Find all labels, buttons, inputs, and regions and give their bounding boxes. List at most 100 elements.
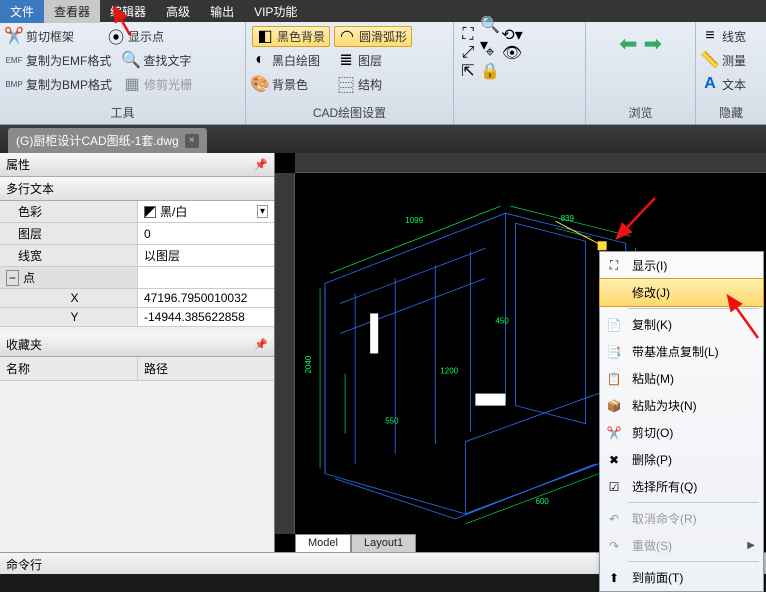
find-icon: 🔍 [123, 52, 139, 68]
svg-text:2040: 2040 [304, 355, 313, 373]
measure-button[interactable]: 测量 [722, 52, 746, 69]
prop-y-value[interactable]: -14944.385622858 [138, 308, 274, 326]
ctx-undocmd: ↶取消命令(R) [600, 505, 763, 532]
ctx-redo: ↷重做(S)▶ [600, 532, 763, 559]
bmp-icon: BMP [6, 76, 22, 92]
bgcolor-button[interactable]: 背景色 [272, 76, 308, 93]
svg-text:600: 600 [536, 497, 550, 506]
arrow-right-icon[interactable]: ➡ [644, 31, 662, 57]
rotate-icon[interactable]: ⟲▾ [504, 27, 520, 43]
show-point-button[interactable]: 显示点 [128, 28, 164, 45]
bgcolor-icon: 🎨 [252, 76, 268, 92]
text-icon: A [702, 76, 718, 92]
structure-button[interactable]: 结构 [358, 76, 382, 93]
lw-icon: ≡ [702, 28, 718, 44]
nav-icon-2[interactable]: ⤢ [460, 45, 476, 61]
tab-label: (G)厨柜设计CAD图纸-1套.dwg [16, 132, 179, 149]
fav-col-path[interactable]: 路径 [138, 357, 174, 380]
prop-color-value[interactable]: 黑/白▾ [138, 201, 274, 222]
selection-grip [598, 241, 607, 250]
zoom-icon[interactable]: 🔍▾ [482, 27, 498, 43]
ctx-copy[interactable]: 📄复制(K) [600, 311, 763, 338]
copybase-icon: 📑 [604, 344, 624, 360]
properties-title: 属性📌 [0, 153, 274, 177]
redo-icon: ↷ [604, 538, 624, 554]
measure-icon: 📏 [702, 52, 718, 68]
emf-icon: EMF [6, 52, 22, 68]
pin-icon[interactable]: 📌 [254, 158, 268, 171]
menu-viewer[interactable]: 查看器 [44, 0, 100, 23]
tab-layout1[interactable]: Layout1 [351, 534, 416, 552]
trim-icon: ▦ [124, 76, 140, 92]
target-icon[interactable]: ⌖ [482, 45, 498, 61]
svg-text:550: 550 [385, 417, 399, 426]
view-icon[interactable]: 👁 [504, 45, 520, 61]
menu-editor[interactable]: 编辑器 [100, 0, 156, 23]
front-icon: ⬆ [604, 570, 624, 586]
group-title-hide: 隐藏 [702, 101, 760, 124]
linewidth-button[interactable]: 线宽 [722, 28, 746, 45]
text-button[interactable]: 文本 [722, 76, 746, 93]
expand-icon: ⛶ [604, 258, 624, 274]
smooth-arc-button[interactable]: ◠ 圆滑弧形 [334, 26, 412, 47]
ctx-paste[interactable]: 📋粘贴(M) [600, 365, 763, 392]
dropdown-icon[interactable]: ▾ [257, 205, 268, 218]
document-tabbar: (G)厨柜设计CAD图纸-1套.dwg × [0, 125, 766, 153]
ctx-pasteblock[interactable]: 📦粘贴为块(N) [600, 392, 763, 419]
menu-vip[interactable]: VIP功能 [244, 0, 307, 23]
colorswatch-icon [144, 206, 156, 218]
ctx-selectall[interactable]: ☑选择所有(Q) [600, 473, 763, 500]
ctx-show[interactable]: ⛶显示(I) [600, 252, 763, 279]
nav-icon-1[interactable]: ⛶ [460, 27, 476, 43]
bw-draw-button[interactable]: 黑白绘图 [272, 52, 320, 69]
pin-icon-2[interactable]: 📌 [254, 338, 268, 351]
ribbon: ✂️ 剪切框架 ⦿ 显示点 EMF 复制为EMF格式 🔍 查找文字 BMP 复制… [0, 22, 766, 125]
fav-col-name[interactable]: 名称 [0, 357, 138, 380]
svg-text:1200: 1200 [440, 367, 458, 376]
lock-icon[interactable]: 🔒 [482, 63, 498, 79]
prop-linew-value[interactable]: 以图层 [138, 245, 274, 266]
prop-x-value[interactable]: 47196.7950010032 [138, 289, 274, 307]
arrow-left-icon[interactable]: ⬅ [619, 31, 637, 57]
nav-icon-3[interactable]: ⇱ [460, 63, 476, 79]
trim-halo-button: 修剪光栅 [144, 76, 192, 93]
delete-icon: ✖ [604, 452, 624, 468]
layout-tabs: Model Layout1 [295, 534, 416, 552]
group-title-cad: CAD绘图设置 [252, 101, 447, 124]
ctx-copybase[interactable]: 📑带基准点复制(L) [600, 338, 763, 365]
ctx-modify[interactable]: 修改(J) [599, 278, 764, 307]
prop-y-key: Y [0, 308, 138, 326]
svg-text:839: 839 [561, 214, 575, 223]
submenu-arrow-icon: ▶ [747, 540, 755, 551]
context-menu: ⛶显示(I) 修改(J) 📄复制(K) 📑带基准点复制(L) 📋粘贴(M) 📦粘… [599, 251, 764, 592]
ctx-delete[interactable]: ✖删除(P) [600, 446, 763, 473]
object-type[interactable]: 多行文本 [0, 177, 274, 201]
blackbg-icon: ◧ [257, 28, 273, 44]
arc-icon: ◠ [339, 28, 355, 44]
menu-output[interactable]: 输出 [200, 0, 244, 23]
copy-icon: 📄 [604, 317, 624, 333]
prop-point-group[interactable]: −点 [0, 267, 138, 288]
menu-bar: 文件 查看器 编辑器 高级 输出 VIP功能 [0, 0, 766, 22]
document-tab[interactable]: (G)厨柜设计CAD图纸-1套.dwg × [8, 128, 207, 153]
clip-frame-button[interactable]: 剪切框架 [26, 28, 74, 45]
prop-x-key: X [0, 289, 138, 307]
copy-bmp-button[interactable]: 复制为BMP格式 [26, 76, 112, 93]
ctx-front[interactable]: ⬆到前面(T) [600, 564, 763, 591]
layer-button[interactable]: 图层 [358, 52, 382, 69]
structure-icon: ⿳ [338, 76, 354, 92]
prop-layer-value[interactable]: 0 [138, 223, 274, 244]
cut-icon: ✂️ [604, 425, 624, 441]
pasteblock-icon: 📦 [604, 398, 624, 414]
favorites-title: 收藏夹📌 [0, 333, 274, 357]
menu-file[interactable]: 文件 [0, 0, 44, 23]
copy-emf-button[interactable]: 复制为EMF格式 [26, 52, 111, 69]
tab-close-button[interactable]: × [185, 134, 199, 148]
find-text-button[interactable]: 查找文字 [143, 52, 191, 69]
menu-advanced[interactable]: 高级 [156, 0, 200, 23]
selectall-icon: ☑ [604, 479, 624, 495]
black-bg-button[interactable]: ◧ 黑色背景 [252, 26, 330, 47]
svg-text:1099: 1099 [405, 216, 423, 225]
tab-model[interactable]: Model [295, 534, 351, 552]
ctx-cut[interactable]: ✂️剪切(O) [600, 419, 763, 446]
